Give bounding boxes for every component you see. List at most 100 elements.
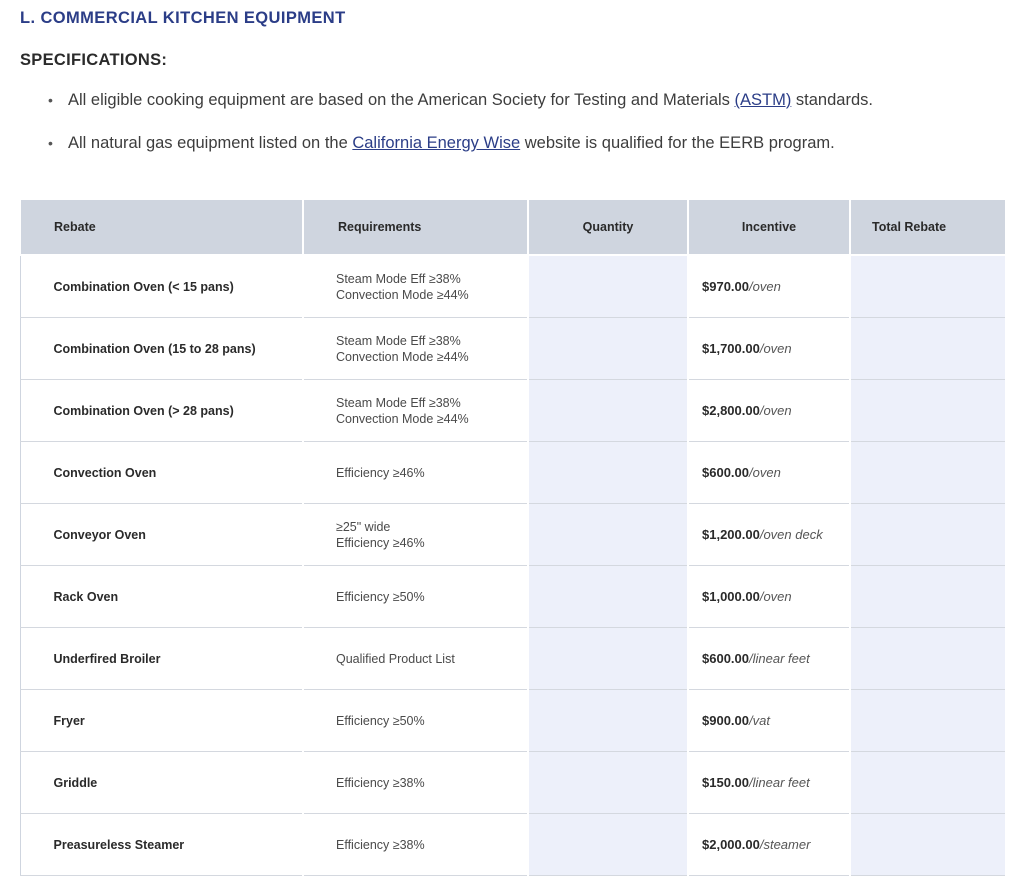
requirement-line: Qualified Product List (336, 651, 455, 666)
requirement-line: Convection Mode ≥44% (336, 349, 469, 364)
requirement-line: Steam Mode Eff ≥38% (336, 333, 461, 348)
requirements-cell: Efficiency ≥46% (302, 441, 529, 504)
table-body: Combination Oven (< 15 pans) Steam Mode E… (19, 254, 1005, 876)
total-rebate-input-cell[interactable] (849, 565, 1005, 628)
spec-text: All natural gas equipment listed on the (68, 134, 353, 152)
total-rebate-input-cell[interactable] (849, 254, 1005, 318)
incentive-unit: /steamer (759, 837, 811, 852)
incentive-cell: $900.00/vat (687, 689, 851, 752)
incentive-amount: $600.00 (702, 465, 749, 480)
total-rebate-input-cell[interactable] (849, 813, 1005, 876)
header-total-rebate: Total Rebate (849, 200, 1005, 256)
quantity-input-cell[interactable] (527, 503, 689, 566)
rebate-cell: Underfired Broiler (19, 627, 304, 690)
requirements-cell: Steam Mode Eff ≥38% Convection Mode ≥44% (302, 317, 529, 380)
table-row: Combination Oven (15 to 28 pans) Steam Mo… (19, 317, 1005, 380)
incentive-cell: $1,700.00/oven (687, 317, 851, 380)
total-rebate-input-cell[interactable] (849, 627, 1005, 690)
incentive-amount: $150.00 (702, 775, 749, 790)
table-row: Rack Oven Efficiency ≥50% $1,000.00/oven (19, 565, 1005, 628)
incentive-unit: /oven (759, 589, 792, 604)
spec-text: website is qualified for the EERB progra… (520, 134, 835, 152)
astm-link[interactable]: (ASTM) (735, 91, 792, 109)
rebate-cell: Convection Oven (19, 441, 304, 504)
incentive-amount: $600.00 (702, 651, 749, 666)
spec-item-energy-wise: • All natural gas equipment listed on th… (48, 132, 873, 154)
quantity-input-cell[interactable] (527, 813, 689, 876)
incentive-unit: /vat (749, 713, 770, 728)
requirement-line: Efficiency ≥46% (336, 535, 425, 550)
quantity-input-cell[interactable] (527, 379, 689, 442)
spec-text: All eligible cooking equipment are based… (68, 91, 735, 109)
table-row: Convection Oven Efficiency ≥46% $600.00/ov… (19, 441, 1005, 504)
table-row: Griddle Efficiency ≥38% $150.00/linear fee… (19, 751, 1005, 814)
spec-text: standards. (791, 91, 873, 109)
quantity-input-cell[interactable] (527, 254, 689, 318)
incentive-amount: $2,800.00 (702, 403, 760, 418)
requirement-line: Steam Mode Eff ≥38% (336, 395, 461, 410)
rebate-cell: Conveyor Oven (19, 503, 304, 566)
incentive-cell: $150.00/linear feet (687, 751, 851, 814)
table-header-row: Rebate Requirements Quantity Incentive T… (19, 200, 1005, 256)
requirement-line: Convection Mode ≥44% (336, 411, 469, 426)
california-energy-wise-link[interactable]: California Energy Wise (352, 134, 520, 152)
total-rebate-input-cell[interactable] (849, 379, 1005, 442)
total-rebate-input-cell[interactable] (849, 317, 1005, 380)
rebate-cell: Griddle (19, 751, 304, 814)
incentive-unit: /oven (759, 341, 792, 356)
bullet-icon: • (48, 135, 53, 151)
table-row: Preasureless Steamer Efficiency ≥38% $2,00… (19, 813, 1005, 876)
bullet-icon: • (48, 92, 53, 108)
incentive-amount: $1,000.00 (702, 589, 760, 604)
specifications-heading: SPECIFICATIONS: (20, 51, 168, 69)
incentive-unit: /linear feet (749, 775, 810, 790)
requirement-line: Efficiency ≥50% (336, 713, 425, 728)
requirements-cell: Efficiency ≥38% (302, 813, 529, 876)
requirement-line: Efficiency ≥50% (336, 589, 425, 604)
quantity-input-cell[interactable] (527, 565, 689, 628)
rebate-cell: Fryer (19, 689, 304, 752)
quantity-input-cell[interactable] (527, 689, 689, 752)
requirements-cell: ≥25" wide Efficiency ≥46% (302, 503, 529, 566)
table-row: Conveyor Oven ≥25" wide Efficiency ≥46% $1,… (19, 503, 1005, 566)
table-row: Underfired Broiler Qualified Product List… (19, 627, 1005, 690)
rebate-table: Rebate Requirements Quantity Incentive T… (19, 200, 1005, 876)
requirements-cell: Efficiency ≥38% (302, 751, 529, 814)
incentive-unit: /oven (759, 403, 792, 418)
rebate-cell: Rack Oven (19, 565, 304, 628)
header-requirements: Requirements (302, 200, 529, 256)
requirement-line: Convection Mode ≥44% (336, 287, 469, 302)
requirements-cell: Steam Mode Eff ≥38% Convection Mode ≥44% (302, 254, 529, 318)
incentive-unit: /oven (749, 279, 781, 294)
spec-item-astm: • All eligible cooking equipment are bas… (48, 89, 873, 111)
requirements-cell: Steam Mode Eff ≥38% Convection Mode ≥44% (302, 379, 529, 442)
requirement-line: Efficiency ≥38% (336, 775, 425, 790)
table-row: Fryer Efficiency ≥50% $900.00/vat (19, 689, 1005, 752)
rebate-cell: Combination Oven (15 to 28 pans) (19, 317, 304, 380)
incentive-cell: $970.00/oven (687, 254, 851, 318)
specifications-list: • All eligible cooking equipment are bas… (48, 89, 873, 154)
incentive-unit: /linear feet (749, 651, 810, 666)
incentive-amount: $970.00 (702, 279, 749, 294)
table-row: Combination Oven (< 15 pans) Steam Mode E… (19, 254, 1005, 318)
requirements-cell: Qualified Product List (302, 627, 529, 690)
quantity-input-cell[interactable] (527, 627, 689, 690)
total-rebate-input-cell[interactable] (849, 689, 1005, 752)
incentive-unit: /oven deck (759, 527, 823, 542)
header-quantity: Quantity (527, 200, 689, 256)
total-rebate-input-cell[interactable] (849, 751, 1005, 814)
incentive-cell: $1,000.00/oven (687, 565, 851, 628)
incentive-amount: $900.00 (702, 713, 749, 728)
requirement-line: ≥25" wide (336, 519, 391, 534)
incentive-cell: $2,000.00/steamer (687, 813, 851, 876)
incentive-cell: $1,200.00/oven deck (687, 503, 851, 566)
requirement-line: Efficiency ≥46% (336, 465, 425, 480)
quantity-input-cell[interactable] (527, 317, 689, 380)
table-row: Combination Oven (> 28 pans) Steam Mode E… (19, 379, 1005, 442)
quantity-input-cell[interactable] (527, 441, 689, 504)
incentive-amount: $1,700.00 (702, 341, 760, 356)
total-rebate-input-cell[interactable] (849, 441, 1005, 504)
incentive-amount: $1,200.00 (702, 527, 760, 542)
total-rebate-input-cell[interactable] (849, 503, 1005, 566)
quantity-input-cell[interactable] (527, 751, 689, 814)
